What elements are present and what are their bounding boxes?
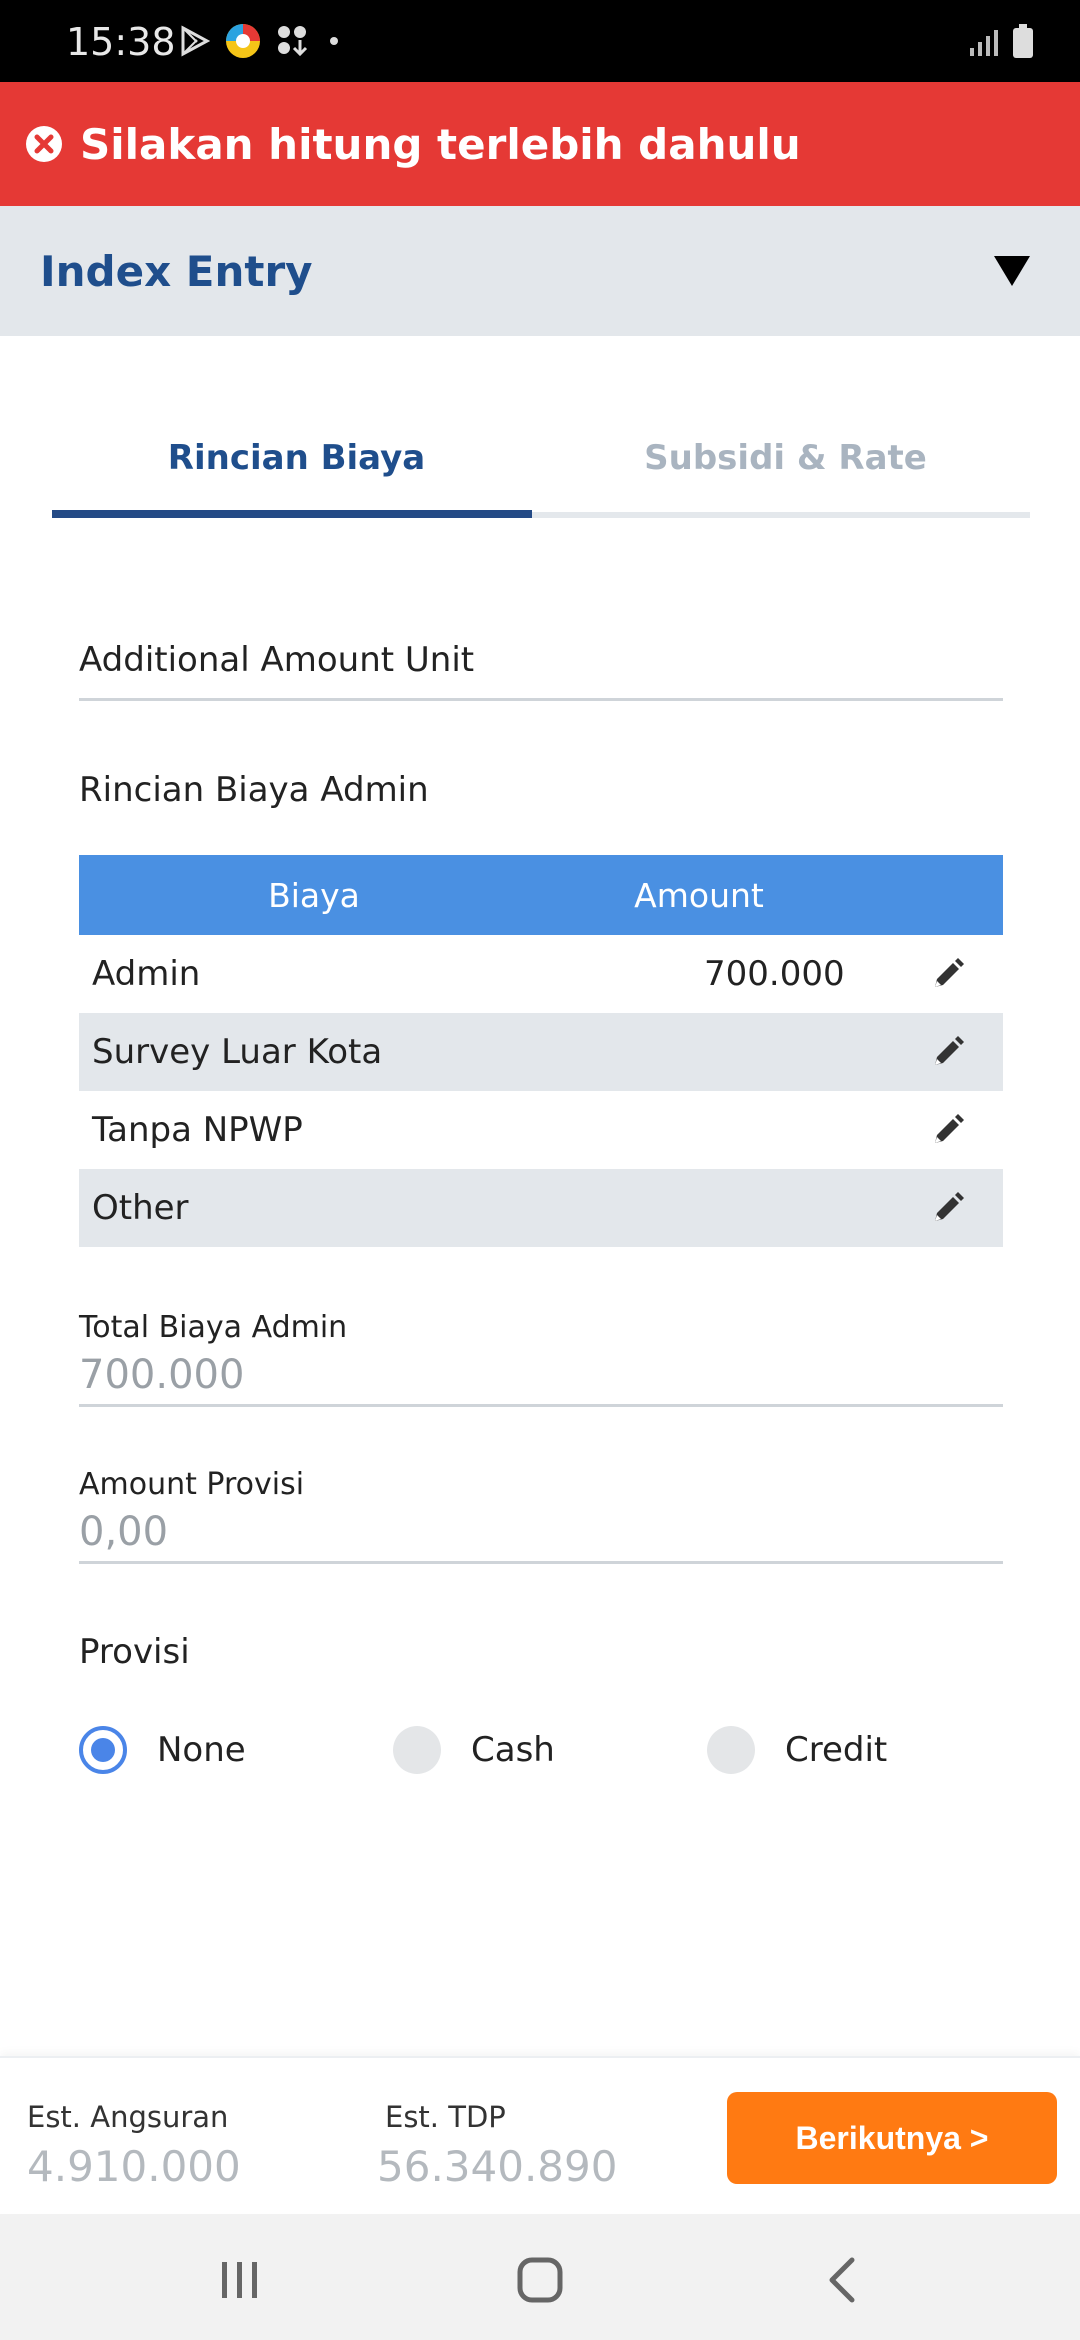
table-row: Admin 700.000 <box>79 935 1003 1013</box>
amount-provisi-field[interactable]: 0,00 <box>79 1509 168 1555</box>
provisi-radio-group: None Cash Credit <box>79 1720 1003 1780</box>
tab-bar: Rincian Biaya Subsidi & Rate <box>52 400 1030 522</box>
column-header-biaya: Biaya <box>268 875 360 915</box>
pencil-icon[interactable] <box>931 1191 965 1225</box>
status-time: 15:38 <box>66 20 176 64</box>
dot-icon <box>330 37 338 45</box>
radio-none[interactable]: None <box>79 1720 246 1780</box>
recents-icon[interactable] <box>212 2252 268 2308</box>
row-name: Tanpa NPWP <box>92 1110 303 1150</box>
row-name: Other <box>92 1188 189 1228</box>
pencil-icon[interactable] <box>931 1113 965 1147</box>
est-angsuran-value: 4.910.000 <box>27 2142 241 2191</box>
pencil-icon[interactable] <box>931 957 965 991</box>
battery-icon <box>1013 24 1033 58</box>
est-tdp-value: 56.340.890 <box>377 2142 618 2191</box>
close-circle-icon <box>26 126 62 162</box>
radio-credit[interactable]: Credit <box>707 1720 887 1780</box>
amount-provisi-label: Amount Provisi <box>79 1467 305 1502</box>
tab-active-indicator <box>52 510 532 518</box>
radio-label-none: None <box>157 1730 246 1770</box>
radio-button[interactable] <box>393 1726 441 1774</box>
pencil-icon[interactable] <box>931 1035 965 1069</box>
table-row: Tanpa NPWP <box>79 1091 1003 1169</box>
est-angsuran-label: Est. Angsuran <box>27 2100 229 2134</box>
additional-amount-unit-field[interactable]: Additional Amount Unit <box>79 640 474 680</box>
radio-button[interactable] <box>707 1726 755 1774</box>
download-icon <box>278 26 308 57</box>
app-icon <box>226 24 260 58</box>
error-banner: Silakan hitung terlebih dahulu <box>0 82 1080 206</box>
table-row: Survey Luar Kota <box>79 1013 1003 1091</box>
row-name: Survey Luar Kota <box>92 1032 383 1072</box>
radio-label-credit: Credit <box>785 1730 888 1770</box>
error-message: Silakan hitung terlebih dahulu <box>80 119 801 169</box>
radio-button-checked[interactable] <box>79 1726 127 1774</box>
next-button[interactable]: Berikutnya > <box>727 2092 1057 2184</box>
radio-label-cash: Cash <box>471 1730 555 1770</box>
rincian-biaya-admin-label: Rincian Biaya Admin <box>79 770 429 810</box>
system-nav-bar <box>0 2214 1080 2340</box>
row-name: Admin <box>92 954 201 994</box>
total-biaya-admin-value: 700.000 <box>79 1352 245 1398</box>
back-icon[interactable] <box>816 2252 872 2308</box>
column-header-amount: Amount <box>634 875 764 915</box>
amount-provisi-underline <box>79 1561 1003 1564</box>
tab-rincian-biaya[interactable]: Rincian Biaya <box>52 400 541 516</box>
index-entry-header[interactable]: Index Entry <box>0 206 1080 336</box>
total-biaya-admin-underline <box>79 1404 1003 1407</box>
additional-amount-unit-underline <box>79 698 1003 701</box>
total-biaya-admin-label: Total Biaya Admin <box>79 1310 348 1345</box>
status-right-icons <box>968 24 1034 58</box>
tab-subsidi-rate[interactable]: Subsidi & Rate <box>541 400 1030 516</box>
triangle-down-icon[interactable] <box>992 254 1032 288</box>
table-row: Other <box>79 1169 1003 1247</box>
radio-cash[interactable]: Cash <box>393 1720 555 1780</box>
row-amount: 700.000 <box>704 954 845 994</box>
est-tdp-label: Est. TDP <box>385 2100 506 2134</box>
home-icon[interactable] <box>512 2252 568 2308</box>
provisi-label: Provisi <box>79 1632 190 1672</box>
bottom-summary-bar: Est. Angsuran 4.910.000 Est. TDP 56.340.… <box>0 2056 1080 2214</box>
signal-icon <box>970 30 998 56</box>
table-header: Biaya Amount <box>79 855 1003 935</box>
page-title: Index Entry <box>40 246 313 296</box>
status-left-icons <box>180 22 344 60</box>
biaya-admin-table: Biaya Amount Admin 700.000 Survey Luar K… <box>79 855 1003 1247</box>
status-bar: 15:38 <box>0 0 1080 82</box>
play-store-icon <box>181 25 210 57</box>
